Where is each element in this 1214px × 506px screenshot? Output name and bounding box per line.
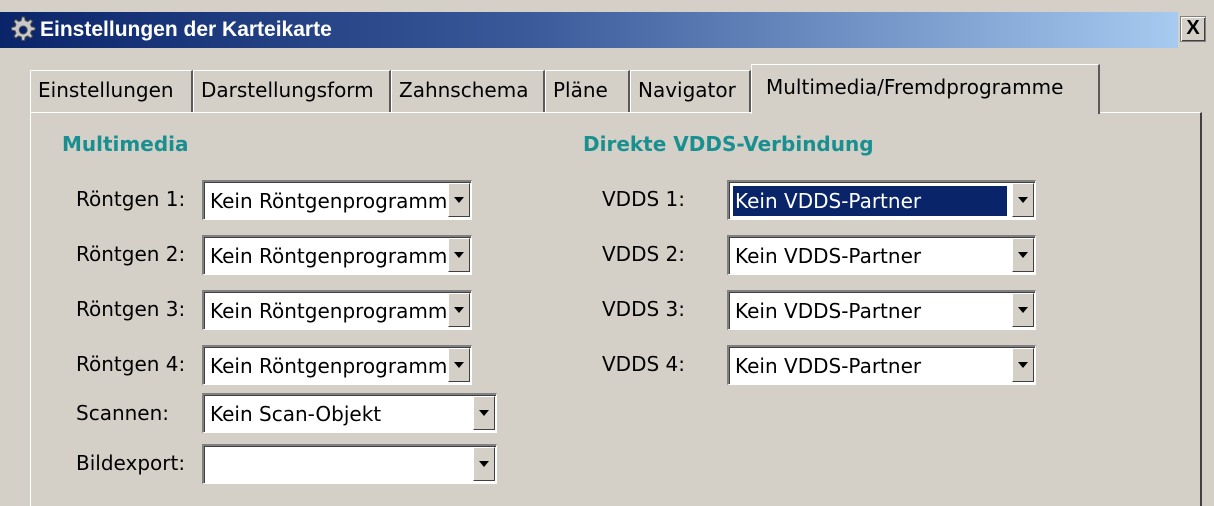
title-bar-band: Einstellungen der Karteikarte <box>0 12 1178 48</box>
vdds-2-dropdown-button[interactable] <box>1012 238 1034 272</box>
multimedia-heading: Multimedia <box>62 132 189 156</box>
tab-multimedia-fremdprogramme[interactable]: Multimedia/Fremdprogramme <box>751 64 1100 114</box>
vdds-3-value: Kein VDDS-Partner <box>735 299 922 323</box>
chevron-down-icon <box>454 197 464 203</box>
bildexport-label: Bildexport: <box>76 451 186 475</box>
roentgen-3-dropdown-button[interactable] <box>448 293 470 327</box>
roentgen-1-combo[interactable]: Kein Röntgenprogramm <box>202 180 472 220</box>
roentgen-1-label: Röntgen 1: <box>76 187 186 211</box>
chevron-down-icon <box>1018 252 1028 258</box>
vdds-2-combo[interactable]: Kein VDDS-Partner <box>727 235 1036 275</box>
vdds-3-dropdown-button[interactable] <box>1012 293 1034 327</box>
roentgen-4-dropdown-button[interactable] <box>448 348 470 382</box>
vdds-3-combo[interactable]: Kein VDDS-Partner <box>727 290 1036 330</box>
bildexport-dropdown-button[interactable] <box>473 447 495 481</box>
scannen-combo[interactable]: Kein Scan-Objekt <box>202 393 497 433</box>
roentgen-2-label: Röntgen 2: <box>76 242 186 266</box>
roentgen-1-value: Kein Röntgenprogramm <box>210 189 448 213</box>
tab-darstellungsform[interactable]: Darstellungsform <box>193 70 391 112</box>
roentgen-2-combo[interactable]: Kein Röntgenprogramm <box>202 235 472 275</box>
bildexport-combo[interactable] <box>202 444 497 484</box>
tab-plaene[interactable]: Pläne <box>545 70 630 112</box>
bildexport-value <box>208 450 463 480</box>
chevron-down-icon <box>1018 307 1028 313</box>
scannen-value: Kein Scan-Objekt <box>210 402 382 426</box>
roentgen-3-value: Kein Röntgenprogramm <box>210 299 448 323</box>
roentgen-1-dropdown-button[interactable] <box>448 183 470 217</box>
chevron-down-icon <box>454 362 464 368</box>
chevron-down-icon <box>1018 197 1028 203</box>
roentgen-4-combo[interactable]: Kein Röntgenprogramm <box>202 345 472 385</box>
vdds-2-value: Kein VDDS-Partner <box>735 244 922 268</box>
chevron-down-icon <box>479 410 489 416</box>
tab-zahnschema[interactable]: Zahnschema <box>391 70 545 112</box>
close-button[interactable]: X <box>1180 16 1206 42</box>
chevron-down-icon <box>1018 362 1028 368</box>
roentgen-4-value: Kein Röntgenprogramm <box>210 354 448 378</box>
roentgen-4-label: Röntgen 4: <box>76 352 186 376</box>
vdds-1-combo[interactable]: Kein VDDS-Partner <box>727 180 1036 220</box>
vdds-heading: Direkte VDDS-Verbindung <box>583 132 874 156</box>
vdds-1-label: VDDS 1: <box>602 187 685 211</box>
vdds-1-value: Kein VDDS-Partner <box>732 185 1008 217</box>
chevron-down-icon <box>454 252 464 258</box>
scannen-dropdown-button[interactable] <box>473 396 495 430</box>
title-bar: Einstellungen der Karteikarte X <box>0 0 1214 62</box>
roentgen-2-value: Kein Röntgenprogramm <box>210 244 448 268</box>
vdds-4-dropdown-button[interactable] <box>1012 348 1034 382</box>
window-title: Einstellungen der Karteikarte <box>40 18 332 41</box>
vdds-4-label: VDDS 4: <box>602 352 685 376</box>
gear-icon <box>6 14 38 46</box>
vdds-3-label: VDDS 3: <box>602 297 685 321</box>
tab-navigator[interactable]: Navigator <box>630 70 751 112</box>
vdds-2-label: VDDS 2: <box>602 242 685 266</box>
roentgen-2-dropdown-button[interactable] <box>448 238 470 272</box>
chevron-down-icon <box>454 307 464 313</box>
tab-einstellungen[interactable]: Einstellungen <box>30 70 193 112</box>
vdds-4-value: Kein VDDS-Partner <box>735 354 922 378</box>
roentgen-3-label: Röntgen 3: <box>76 297 186 321</box>
roentgen-3-combo[interactable]: Kein Röntgenprogramm <box>202 290 472 330</box>
chevron-down-icon <box>479 461 489 467</box>
scannen-label: Scannen: <box>76 401 170 425</box>
vdds-1-dropdown-button[interactable] <box>1012 183 1034 217</box>
vdds-4-combo[interactable]: Kein VDDS-Partner <box>727 345 1036 385</box>
